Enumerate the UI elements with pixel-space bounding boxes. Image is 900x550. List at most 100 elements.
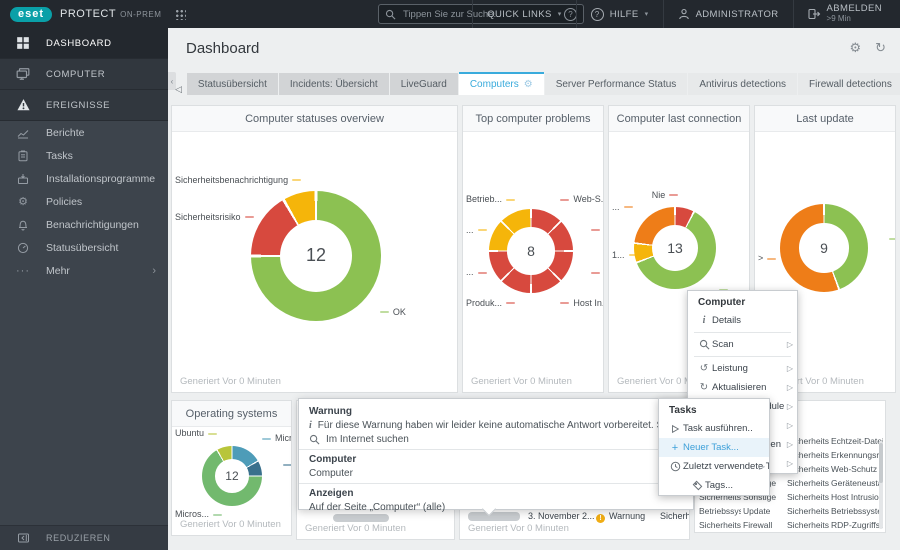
donut-segment-label: Produk... [466, 298, 519, 308]
dashboard-refresh-icon[interactable]: ↻ [875, 40, 886, 56]
computer-menu-item-leistung[interactable]: ↺ Leistung ▷ [688, 359, 797, 378]
submenu-arrow-icon: ▷ [786, 421, 793, 430]
tab-computers[interactable]: Computers ⚙ [458, 72, 544, 95]
tab-label: Server Performance Status [555, 78, 677, 90]
table-row[interactable]: BetriebssystemUpdate Sicherheitsben...Bet… [695, 506, 885, 519]
sidebar-collapse-button[interactable]: REDUZIEREN [0, 525, 168, 550]
status-icon [0, 242, 46, 254]
sidebar-item-berichte[interactable]: Berichte [0, 121, 168, 144]
sidebar-item-benachrichtigungen[interactable]: Benachrichtigungen [0, 213, 168, 236]
menu-item-label: Scan [712, 339, 734, 350]
search2-icon [696, 339, 712, 350]
menu-divider [694, 332, 791, 333]
sidebar-item-label: COMPUTER [46, 68, 106, 80]
computer-menu-item-details[interactable]: i Details [688, 311, 797, 330]
panel-generated-footer: Generiert Vor 0 Minuten [305, 523, 406, 534]
callout-line [262, 437, 271, 440]
sidebar-item-ereignisse[interactable]: EREIGNISSE [0, 90, 168, 121]
tasks-menu-item-neuer-task-[interactable]: + Neuer Task... [659, 438, 769, 457]
sidebar-item-installationsprogramme[interactable]: Installationsprogramme [0, 167, 168, 190]
callout-line [623, 206, 633, 209]
submenu-arrow-icon: ▷ [786, 364, 793, 373]
popup-computer-heading: Computer [309, 454, 357, 465]
eset-logo[interactable]: eset [10, 6, 53, 22]
callout-line [477, 229, 487, 232]
table-cell: Betriebssystem [699, 506, 741, 516]
monitor-icon [0, 67, 46, 81]
topbar-menu-label: ABMELDEN [826, 3, 882, 14]
computer-menu-item-scan[interactable]: Scan ▷ [688, 335, 797, 354]
donut-segment-label: Betrieb... [466, 194, 519, 204]
tab-label: Incidents: Übersicht [289, 78, 378, 90]
popup-computer-item[interactable]: Computer [309, 468, 683, 479]
callout-line [213, 513, 223, 516]
callout-line [590, 272, 600, 275]
search-internet-action[interactable]: Im Internet suchen [309, 434, 683, 445]
tasks-menu-item-zuletzt-verwendete-tasks[interactable]: Zuletzt verwendete Tasks▷ [659, 457, 769, 476]
topbar-menu-abmelden[interactable]: ABMELDEN >9 Min [792, 0, 896, 28]
tab-label: Antivirus detections [699, 78, 787, 90]
topbar-menu-quick-links[interactable]: QUICK LINKS ▾ [472, 0, 576, 28]
tab-liveguard[interactable]: LiveGuard [389, 73, 458, 95]
sidebar-item-tasks[interactable]: Tasks [0, 144, 168, 167]
tab-firewall-detections[interactable]: Firewall detections [798, 73, 900, 95]
topbar-menu-hilfe[interactable]: ? HILFE ▾ [575, 0, 663, 28]
table-cell: Betriebssystem... [831, 506, 883, 516]
table-row[interactable]: Sicherheitsanw...Firewall Sicherheitsben.… [695, 520, 885, 532]
tab-scroll-left-icon[interactable]: ◁ [170, 84, 187, 95]
tab-server-performance-status[interactable]: Server Performance Status [544, 73, 688, 95]
sidebar-item-label: Tasks [46, 149, 73, 162]
donut-segment-label: OK [376, 307, 406, 317]
tab-status-bersicht[interactable]: Statusübersicht [186, 73, 278, 95]
panel-generated-footer: Generiert Vor 0 Minuten [180, 376, 281, 387]
table-scrollbar-thumb[interactable] [879, 443, 883, 483]
donut-segment-label: Sicherheitsrisiko [175, 212, 258, 222]
sidebar-item-dashboard[interactable]: DASHBOARD [0, 28, 168, 59]
app-grid-icon[interactable] [175, 8, 187, 20]
sidebar-item-computer[interactable]: COMPUTER [0, 59, 168, 90]
table-cell: Web-Schutz ist... [831, 464, 883, 474]
chevron-right-icon: › [152, 264, 156, 277]
tab-incidents-bersicht[interactable]: Incidents: Übersicht [278, 73, 389, 95]
sidebar-item-label: EREIGNISSE [46, 99, 111, 111]
sidebar-item-policies[interactable]: ⚙ Policies [0, 190, 168, 213]
tasks-menu-item-task-ausf-hren-[interactable]: Task ausführen.. [659, 419, 769, 438]
callout-line [244, 216, 254, 219]
plus-icon: + [671, 441, 679, 454]
popup-show-item[interactable]: Auf der Seite „Computer“ (alle) [309, 502, 683, 513]
sidebar-item-status-bersicht[interactable]: Statusübersicht [0, 236, 168, 259]
computer-menu-item-aktualisieren[interactable]: ↻ Aktualisieren ▷ [688, 378, 797, 397]
donut-segment-label: 1... [612, 250, 642, 260]
donut-center-total: 9 [799, 223, 849, 273]
logout-icon [807, 8, 821, 20]
warning-icon: ! [596, 514, 605, 523]
callout-line [282, 464, 291, 467]
refresh-icon: ↺ [699, 363, 709, 374]
clipboard-icon [0, 150, 46, 162]
menu-item-label: Task ausführen.. [683, 423, 753, 434]
donut-segment-label: M... [279, 460, 291, 470]
table-cell: Update [743, 506, 771, 516]
refresh2-icon: ↻ [699, 382, 709, 393]
donut-segment-label: Ubuntu [175, 428, 221, 438]
topbar-menu-administrator[interactable]: ADMINISTRATOR [662, 0, 793, 28]
tab-settings-gear-icon[interactable]: ⚙ [524, 79, 533, 90]
tab-antivirus-detections[interactable]: Antivirus detections [688, 73, 798, 95]
menu-item-label: Tags... [705, 480, 733, 491]
collapse-icon [0, 532, 46, 544]
tasks-menu-item-tags-[interactable]: Tags... [659, 476, 769, 495]
tab-label: LiveGuard [400, 78, 447, 90]
dashboard-settings-gear-icon[interactable]: ⚙ [849, 40, 861, 56]
tasks-flyout-menu: Tasks Task ausführen.. + Neuer Task... Zulet… [658, 398, 770, 496]
donut-segment-label: 1 [885, 233, 895, 243]
table-cell: Sicherheitsrisiko [787, 478, 829, 488]
warning-info-text: Für diese Warnung haben wir leider keine… [317, 420, 683, 431]
callout-line [560, 302, 570, 305]
collapse-label: REDUZIEREN [46, 533, 111, 543]
topbar: eset PROTECT ON-PREM ? QUICK LINKS ▾? HILF… [0, 0, 900, 28]
table-cell: RDP-Zugriffsbe... [831, 520, 883, 530]
donut-center-total: 8 [507, 227, 555, 275]
donut-segment-label: Sicherheitsbenachrichtigung [175, 175, 305, 185]
computer-menu-title: Computer [698, 297, 746, 308]
sidebar-item-mehr[interactable]: ··· Mehr › [0, 259, 168, 282]
